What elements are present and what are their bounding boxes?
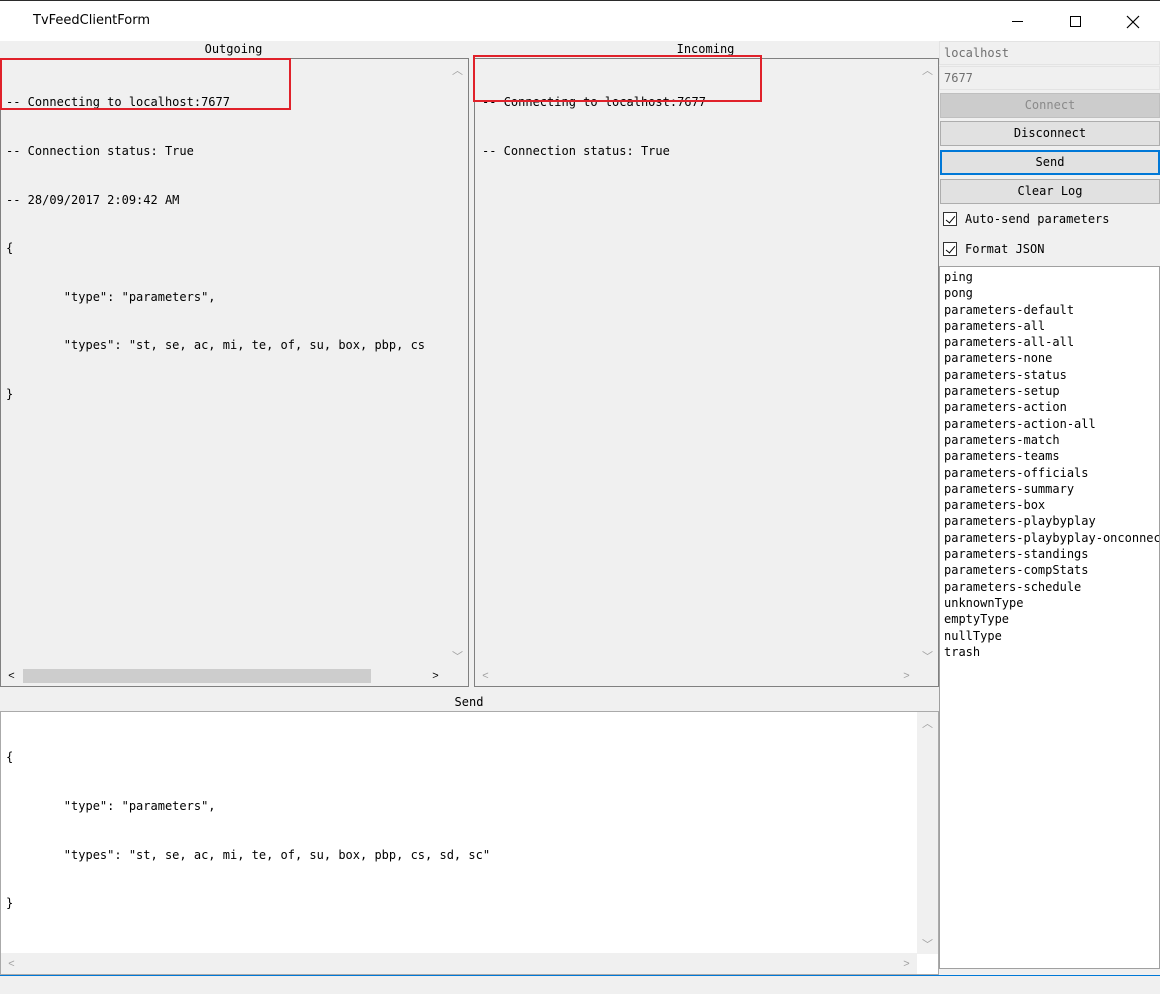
list-item[interactable]: parameters-box [944,497,1159,513]
scroll-left-icon[interactable]: < [1,665,22,686]
list-item[interactable]: parameters-schedule [944,579,1159,595]
send-line: } [6,896,14,911]
checkbox-checked-icon[interactable] [943,212,957,226]
list-item[interactable]: parameters-match [944,432,1159,448]
list-item[interactable]: unknownType [944,595,1159,611]
list-item[interactable]: parameters-none [944,350,1159,366]
log-line: "types": "st, se, ac, mi, te, of, su, bo… [6,338,426,353]
maximize-button[interactable] [1046,1,1104,42]
auto-send-checkbox[interactable]: Auto-send parameters [943,210,1110,228]
format-json-checkbox[interactable]: Format JSON [943,240,1044,258]
scroll-left-icon[interactable]: < [475,665,496,686]
list-item[interactable]: parameters-action-all [944,416,1159,432]
list-item[interactable]: parameters-all [944,318,1159,334]
window-title: TvFeedClientForm [33,13,151,28]
outgoing-log[interactable]: -- Connecting to localhost:7677 -- Conne… [0,58,469,687]
list-item[interactable]: parameters-standings [944,546,1159,562]
scroll-down-icon[interactable]: ﹀ [917,645,938,666]
list-item[interactable]: parameters-summary [944,481,1159,497]
log-line: -- Connection status: True [6,144,194,159]
scroll-right-icon[interactable]: > [425,665,446,686]
scroll-down-icon[interactable]: ﹀ [917,933,938,954]
send-line: "types": "st, se, ac, mi, te, of, su, bo… [6,847,491,862]
clear-log-button[interactable]: Clear Log [940,179,1160,204]
send-line: "type": "parameters", [6,799,216,814]
log-line: -- Connection status: True [482,144,670,159]
connect-button[interactable]: Connect [940,93,1160,118]
log-line: "type": "parameters", [6,289,216,304]
port-field[interactable]: 7677 [939,66,1160,90]
scroll-up-icon[interactable]: ︿ [917,59,938,80]
list-item[interactable]: parameters-action [944,399,1159,415]
send-vertical-scrollbar[interactable]: ︿ ﹀ [917,712,938,954]
incoming-vertical-scrollbar[interactable]: ︿ ﹀ [917,59,938,666]
scroll-up-icon[interactable]: ︿ [447,59,468,80]
highlight-box [473,55,762,102]
list-item[interactable]: emptyType [944,611,1159,627]
scroll-down-icon[interactable]: ﹀ [447,645,468,666]
highlight-box [0,58,291,110]
log-line: } [6,387,14,402]
outgoing-vertical-scrollbar[interactable]: ︿ ﹀ [447,59,468,666]
list-item[interactable]: parameters-compStats [944,562,1159,578]
list-item[interactable]: parameters-status [944,367,1159,383]
send-button[interactable]: Send [940,150,1160,175]
scroll-up-icon[interactable]: ︿ [917,712,938,733]
scroll-right-icon[interactable]: > [896,665,917,686]
title-bar: TvFeedClientForm [0,0,1160,41]
window-bottom-edge [0,975,1160,994]
send-editor-text: { "type": "parameters", "types": "st, se… [6,717,490,944]
list-item[interactable]: parameters-all-all [944,334,1159,350]
incoming-horizontal-scrollbar[interactable]: < > [475,665,917,686]
disconnect-button[interactable]: Disconnect [940,121,1160,146]
send-line: { [6,750,14,765]
scroll-thumb[interactable] [23,669,371,683]
list-item[interactable]: parameters-officials [944,465,1159,481]
close-button[interactable] [1104,1,1160,42]
list-item[interactable]: trash [944,644,1159,660]
list-item[interactable]: parameters-default [944,302,1159,318]
outgoing-horizontal-scrollbar[interactable]: < > [1,665,468,686]
scroll-left-icon[interactable]: < [1,953,22,974]
checkbox-checked-icon[interactable] [943,242,957,256]
list-item[interactable]: parameters-playbyplay-onconnect [944,530,1159,546]
log-line: { [6,241,14,256]
minimize-button[interactable] [988,1,1046,42]
list-item[interactable]: parameters-teams [944,448,1159,464]
send-label: Send [454,695,484,709]
close-icon [1126,15,1140,28]
maximize-icon [1069,16,1081,27]
list-item[interactable]: nullType [944,628,1159,644]
minimize-icon [1011,21,1023,22]
auto-send-label: Auto-send parameters [965,212,1110,226]
outgoing-log-text: -- Connecting to localhost:7677 -- Conne… [6,62,425,435]
scroll-right-icon[interactable]: > [896,953,917,974]
format-json-label: Format JSON [965,242,1045,256]
incoming-log[interactable]: -- Connecting to localhost:7677 -- Conne… [474,58,939,687]
message-type-list[interactable]: ping pong parameters-default parameters-… [939,266,1160,969]
list-item[interactable]: parameters-setup [944,383,1159,399]
log-line: -- 28/09/2017 2:09:42 AM [6,192,180,207]
outgoing-label: Outgoing [204,42,263,56]
send-horizontal-scrollbar[interactable]: < > [1,953,917,974]
list-item[interactable]: pong [944,285,1159,301]
send-editor[interactable]: { "type": "parameters", "types": "st, se… [0,711,939,975]
list-item[interactable]: ping [944,269,1159,285]
host-field[interactable]: localhost [939,41,1160,65]
list-item[interactable]: parameters-playbyplay [944,513,1159,529]
